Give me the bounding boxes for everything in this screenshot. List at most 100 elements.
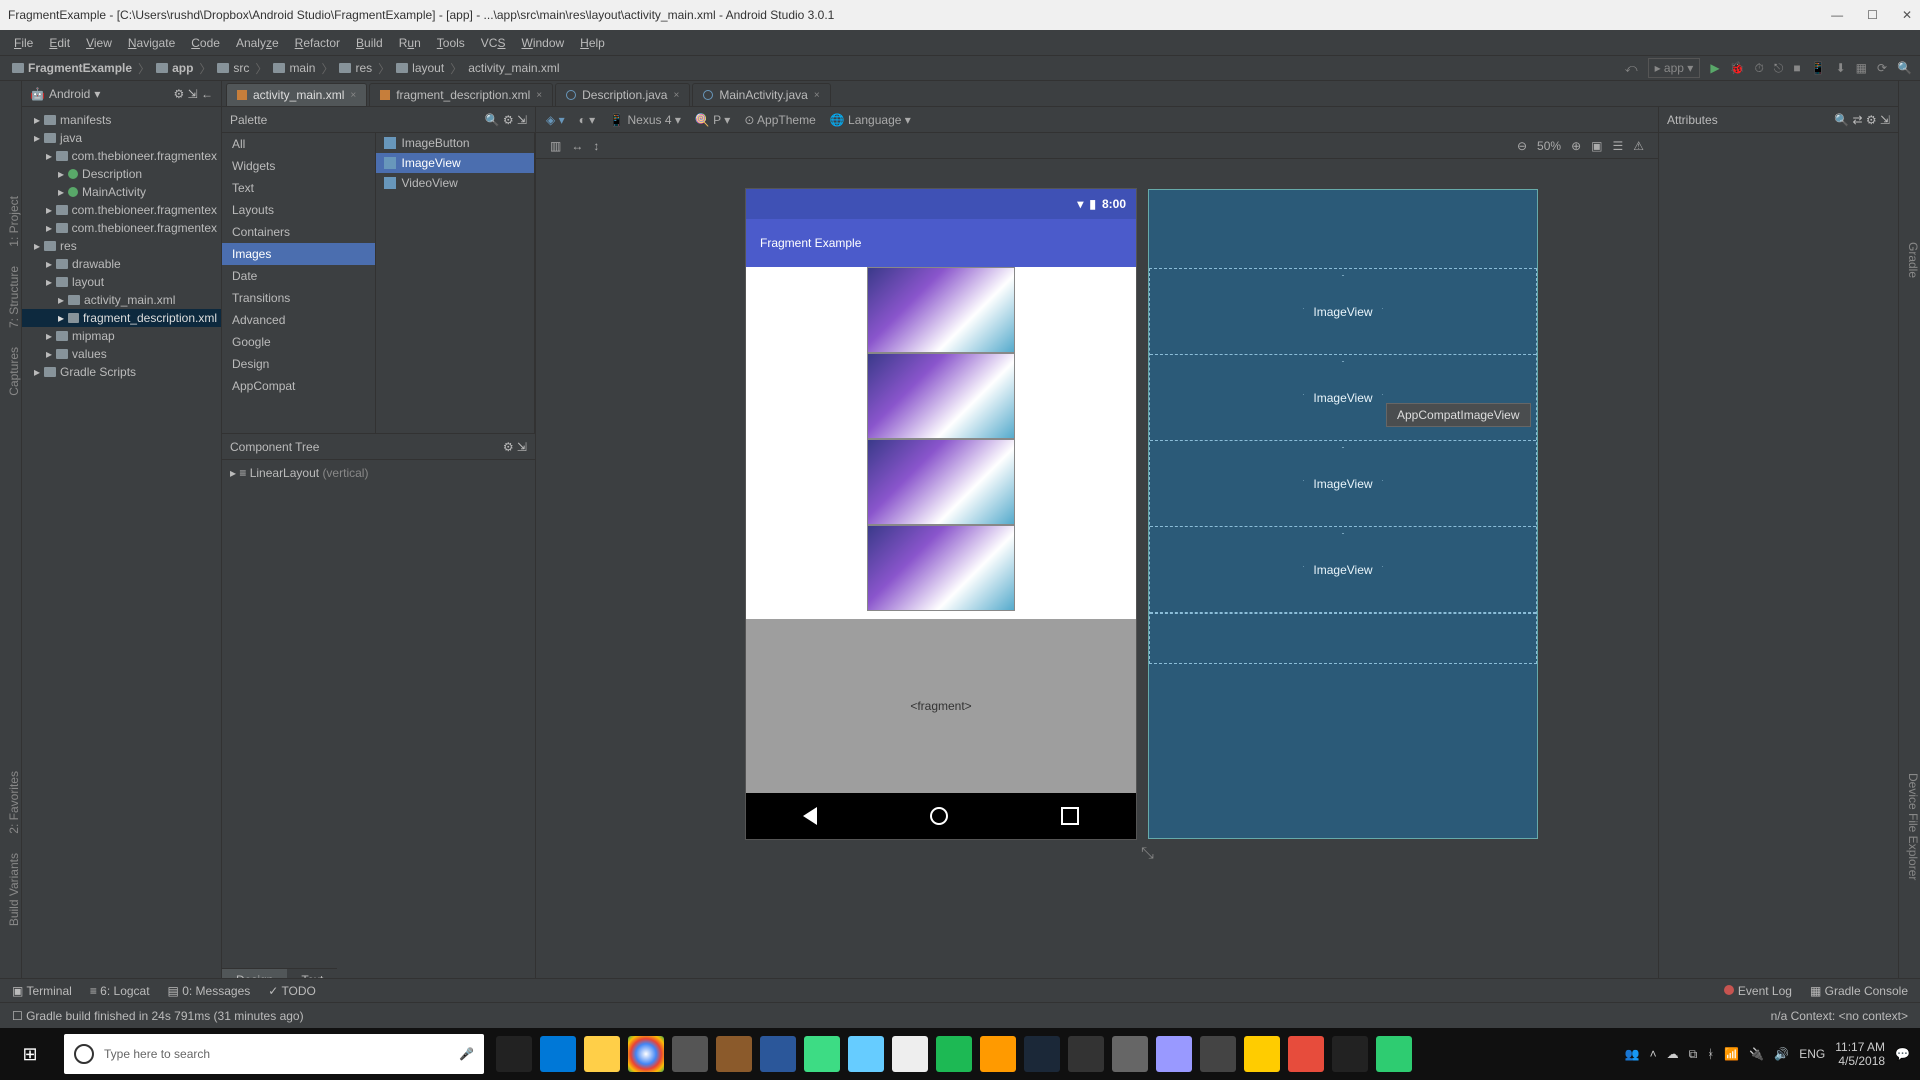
palette-category[interactable]: Containers: [222, 221, 375, 243]
lang-indicator[interactable]: ENG: [1799, 1047, 1825, 1061]
sdk-icon[interactable]: ⬇: [1836, 61, 1846, 75]
volume-icon[interactable]: 🔊: [1774, 1047, 1789, 1061]
orientation-dropdown[interactable]: ◐ ▾: [579, 113, 596, 127]
tree-item[interactable]: ▸ MainActivity: [22, 183, 221, 201]
menu-file[interactable]: File: [6, 36, 41, 50]
tool-project[interactable]: 1: Project: [7, 192, 21, 251]
run-button-icon[interactable]: ▶: [1710, 61, 1719, 75]
notifications-icon[interactable]: 💬: [1895, 1047, 1910, 1061]
bc-layout[interactable]: layout: [392, 61, 448, 75]
app2-icon[interactable]: [1068, 1036, 1104, 1072]
debug-icon[interactable]: 🐞: [1730, 61, 1745, 75]
menu-code[interactable]: Code: [183, 36, 228, 50]
palette-widget[interactable]: ImageButton: [376, 133, 534, 153]
tree-item[interactable]: ▸ fragment_description.xml: [22, 309, 221, 327]
device-dropdown[interactable]: 📱 Nexus 4 ▾: [609, 113, 681, 127]
palette-category[interactable]: Design: [222, 353, 375, 375]
dropbox-icon[interactable]: ⧉: [1689, 1047, 1698, 1062]
tool-messages[interactable]: ▤ 0: Messages: [168, 984, 251, 998]
tree-item[interactable]: ▸ com.thebioneer.fragmentex: [22, 219, 221, 237]
tree-item[interactable]: ▸ Gradle Scripts: [22, 363, 221, 381]
tool-structure[interactable]: 7: Structure: [7, 262, 21, 332]
edge-icon[interactable]: [540, 1036, 576, 1072]
palette-category[interactable]: Images: [222, 243, 375, 265]
back-icon[interactable]: ⤺: [1625, 61, 1638, 76]
tool-build-variants[interactable]: Build Variants: [7, 849, 21, 930]
preview-image-2[interactable]: [867, 353, 1015, 439]
tab-mainactivity-java[interactable]: MainActivity.java×: [692, 83, 830, 106]
spotify-icon[interactable]: [936, 1036, 972, 1072]
palette-category[interactable]: Transitions: [222, 287, 375, 309]
palette-category[interactable]: Layouts: [222, 199, 375, 221]
taskbar-clock[interactable]: 11:17 AM 4/5/2018: [1835, 1040, 1885, 1069]
layout-mode-icon[interactable]: ▥: [550, 139, 561, 153]
bluetooth-icon[interactable]: ᚼ: [1707, 1047, 1714, 1061]
notepad-icon[interactable]: [848, 1036, 884, 1072]
close-icon[interactable]: ×: [814, 90, 820, 101]
close-icon[interactable]: ✕: [1902, 8, 1912, 22]
sync-icon[interactable]: ⟳: [1877, 61, 1887, 75]
menu-edit[interactable]: Edit: [41, 36, 78, 50]
nav-recent-icon[interactable]: [1061, 807, 1079, 825]
search-icon[interactable]: 🔍: [1897, 61, 1912, 75]
palette-category[interactable]: All: [222, 133, 375, 155]
taskbar-search[interactable]: Type here to search 🎤: [64, 1034, 484, 1074]
theme-dropdown[interactable]: ⊙ AppTheme: [744, 113, 815, 127]
power-icon[interactable]: 🔌: [1749, 1047, 1764, 1061]
app4-icon[interactable]: [1244, 1036, 1280, 1072]
explorer-icon[interactable]: [584, 1036, 620, 1072]
blueprint-imageview-3[interactable]: ImageView: [1150, 441, 1536, 527]
tab-description-java[interactable]: Description.java×: [555, 83, 690, 106]
tool-gradle[interactable]: Gradle: [1906, 238, 1920, 282]
bc-project[interactable]: FragmentExample: [8, 61, 136, 75]
bc-main[interactable]: main: [269, 61, 319, 75]
palette-category[interactable]: Advanced: [222, 309, 375, 331]
resize-handle-icon[interactable]: ⤡: [1141, 845, 1154, 863]
component-tree-body[interactable]: ▸ ≡ LinearLayout (vertical): [222, 460, 535, 486]
tab-fragment-description[interactable]: fragment_description.xml×: [369, 83, 553, 106]
menu-build[interactable]: Build: [348, 36, 391, 50]
close-icon[interactable]: ×: [673, 90, 679, 101]
tool-event-log[interactable]: Event Log: [1724, 984, 1792, 998]
app3-icon[interactable]: [1200, 1036, 1236, 1072]
steam-icon[interactable]: [1024, 1036, 1060, 1072]
palette-widget[interactable]: VideoView: [376, 173, 534, 193]
tree-item[interactable]: ▸ com.thebioneer.fragmentex: [22, 147, 221, 165]
zoom-out-icon[interactable]: ⊖: [1517, 139, 1527, 153]
blueprint-imageview-2[interactable]: ImageView: [1150, 355, 1536, 441]
menu-navigate[interactable]: Navigate: [120, 36, 183, 50]
onedrive-icon[interactable]: ☁: [1667, 1047, 1679, 1061]
start-button[interactable]: ⊞: [0, 1028, 60, 1080]
tool-favorites[interactable]: 2: Favorites: [7, 767, 21, 838]
run-target-dropdown[interactable]: ▸ app ▾: [1648, 58, 1701, 78]
tree-item[interactable]: ▸ manifests: [22, 111, 221, 129]
tool-captures[interactable]: Captures: [7, 343, 21, 400]
menu-help[interactable]: Help: [572, 36, 613, 50]
design-preview-phone[interactable]: ▾ ▮ 8:00 Fragment Example: [746, 189, 1136, 839]
preview-image-4[interactable]: [867, 525, 1015, 611]
menu-refactor[interactable]: Refactor: [287, 36, 348, 50]
task-view-icon[interactable]: [496, 1036, 532, 1072]
palette-category[interactable]: Text: [222, 177, 375, 199]
zoom-fit-icon[interactable]: ▣: [1591, 139, 1602, 153]
minimize-icon[interactable]: —: [1831, 8, 1843, 22]
app5-icon[interactable]: [1288, 1036, 1324, 1072]
palette-tools[interactable]: 🔍 ⚙ ⇲: [485, 113, 527, 127]
tree-item[interactable]: ▸ layout: [22, 273, 221, 291]
preview-image-3[interactable]: [867, 439, 1015, 525]
close-icon[interactable]: ×: [350, 90, 356, 101]
tree-item[interactable]: ▸ activity_main.xml: [22, 291, 221, 309]
attach-icon[interactable]: ⎋: [1774, 61, 1784, 76]
menu-analyze[interactable]: Analyze: [228, 36, 287, 50]
palette-category[interactable]: Widgets: [222, 155, 375, 177]
tool-device-explorer[interactable]: Device File Explorer: [1906, 769, 1920, 884]
project-settings-icon[interactable]: ⚙ ⇲ ←: [174, 87, 213, 101]
tree-item[interactable]: ▸ com.thebioneer.fragmentex: [22, 201, 221, 219]
unity-icon[interactable]: [1332, 1036, 1368, 1072]
menu-vcs[interactable]: VCS: [473, 36, 514, 50]
menu-run[interactable]: Run: [391, 36, 429, 50]
preview-image-1[interactable]: [867, 267, 1015, 353]
blueprint-imageview-1[interactable]: ImageView: [1150, 269, 1536, 355]
avd-icon[interactable]: 📱: [1811, 61, 1826, 75]
people-icon[interactable]: 👥: [1625, 1047, 1640, 1061]
